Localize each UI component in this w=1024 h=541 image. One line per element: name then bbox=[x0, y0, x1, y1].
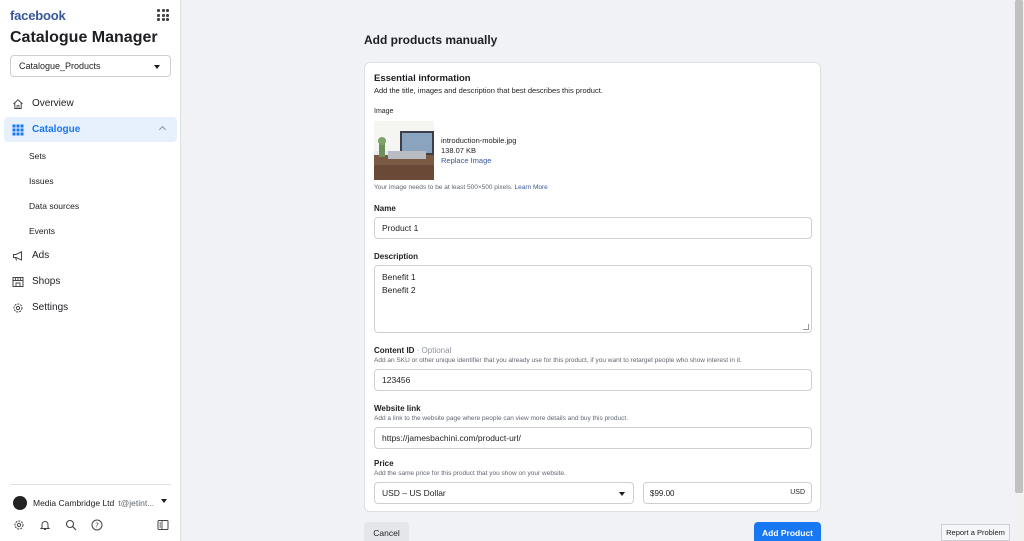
product-form-card: Essential information Add the title, ima… bbox=[364, 62, 821, 512]
sidebar-bottom-toolbar: ? bbox=[11, 518, 171, 532]
sidebar-item-ads[interactable]: Ads bbox=[4, 243, 177, 268]
content-id-label-text: Content ID bbox=[374, 346, 415, 355]
image-help-message: Your image needs to be at least 500×500 … bbox=[374, 184, 513, 191]
sidebar-item-shops[interactable]: Shops bbox=[4, 269, 177, 294]
help-icon[interactable]: ? bbox=[90, 518, 103, 531]
sidebar-item-label: Settings bbox=[32, 302, 69, 313]
sidebar-item-label: Shops bbox=[32, 276, 61, 287]
content-id-label: Content ID · Optional bbox=[374, 346, 451, 355]
section-title: Essential information bbox=[374, 73, 471, 84]
price-input[interactable]: $99.00 USD bbox=[643, 482, 812, 504]
sidebar: facebook Catalogue Manager Catalogue_Pro… bbox=[0, 0, 181, 541]
settings-gear-icon[interactable] bbox=[12, 518, 25, 531]
account-switcher[interactable]: Media Cambridge Ltd t@jetint... bbox=[10, 484, 171, 514]
sidebar-subitem-sets[interactable]: Sets bbox=[4, 143, 177, 168]
section-subtitle: Add the title, images and description th… bbox=[374, 86, 603, 95]
sidebar-subitem-events[interactable]: Events bbox=[4, 218, 177, 243]
content-id-help: Add an SKU or other unique identifier th… bbox=[374, 357, 742, 364]
grid-icon bbox=[11, 123, 24, 136]
description-line: Benefit 1 bbox=[382, 272, 416, 282]
price-value: $99.00 bbox=[650, 489, 675, 498]
price-help: Add the same price for this product that… bbox=[374, 470, 566, 477]
description-label: Description bbox=[374, 252, 419, 261]
search-icon[interactable] bbox=[64, 518, 77, 531]
avatar bbox=[13, 495, 27, 510]
chevron-down-icon bbox=[619, 492, 625, 496]
name-label: Name bbox=[374, 204, 396, 213]
bell-icon[interactable] bbox=[38, 518, 51, 531]
chevron-up-icon[interactable] bbox=[158, 125, 167, 134]
image-file-name: introduction-mobile.jpg bbox=[441, 136, 517, 145]
page-title: Add products manually bbox=[364, 33, 498, 47]
sidebar-item-label: Overview bbox=[32, 98, 74, 109]
cancel-button[interactable]: Cancel bbox=[364, 522, 409, 541]
price-label: Price bbox=[374, 459, 394, 468]
sidebar-subitem-data-sources[interactable]: Data sources bbox=[4, 193, 177, 218]
svg-text:?: ? bbox=[95, 521, 99, 529]
sidebar-item-label: Catalogue bbox=[32, 124, 81, 135]
price-unit: USD bbox=[790, 489, 805, 496]
description-textarea[interactable]: Benefit 1 Benefit 2 bbox=[374, 265, 812, 333]
report-problem-button[interactable]: Report a Problem bbox=[941, 524, 1010, 541]
website-link-help: Add a link to the website page where peo… bbox=[374, 415, 629, 422]
add-product-button[interactable]: Add Product bbox=[754, 522, 821, 541]
product-image-thumbnail[interactable] bbox=[374, 121, 434, 180]
chevron-down-icon bbox=[161, 499, 167, 503]
name-input[interactable]: Product 1 bbox=[374, 217, 812, 239]
content-id-input[interactable]: 123456 bbox=[374, 369, 812, 391]
description-line: Benefit 2 bbox=[382, 285, 416, 295]
sidebar-item-settings[interactable]: Settings bbox=[4, 295, 177, 320]
shop-icon bbox=[11, 275, 24, 288]
catalogue-select-value: Catalogue_Products bbox=[19, 61, 101, 71]
page-scrollbar[interactable] bbox=[1014, 0, 1024, 541]
image-help-text: Your image needs to be at least 500×500 … bbox=[374, 184, 548, 191]
gear-icon bbox=[11, 301, 24, 314]
app-title: Catalogue Manager bbox=[10, 29, 158, 46]
learn-more-link[interactable]: Learn More bbox=[515, 184, 548, 191]
image-label: Image bbox=[374, 108, 394, 115]
home-icon bbox=[11, 97, 24, 110]
sidebar-subitem-issues[interactable]: Issues bbox=[4, 168, 177, 193]
currency-select[interactable]: USD – US Dollar bbox=[374, 482, 634, 504]
scrollbar-thumb[interactable] bbox=[1015, 0, 1023, 493]
apps-grid-icon[interactable] bbox=[157, 9, 169, 21]
facebook-logo[interactable]: facebook bbox=[10, 8, 66, 23]
currency-select-value: USD – US Dollar bbox=[382, 488, 446, 498]
website-link-input[interactable]: https://jamesbachini.com/product-url/ bbox=[374, 427, 812, 449]
resize-handle-icon[interactable] bbox=[803, 324, 809, 330]
website-link-label: Website link bbox=[374, 404, 421, 413]
sidebar-item-overview[interactable]: Overview bbox=[4, 91, 177, 116]
sidebar-nav: Overview Catalogue Sets Issues Data sour… bbox=[4, 91, 177, 321]
catalogue-select[interactable]: Catalogue_Products bbox=[10, 55, 171, 77]
sidebar-item-label: Ads bbox=[32, 250, 50, 261]
megaphone-icon bbox=[11, 249, 24, 262]
replace-image-link[interactable]: Replace Image bbox=[441, 156, 491, 165]
account-name: Media Cambridge Ltd bbox=[33, 497, 115, 508]
account-handle: t@jetint... bbox=[118, 497, 155, 508]
image-file-size: 138.07 KB bbox=[441, 146, 477, 155]
optional-tag: · Optional bbox=[416, 346, 452, 355]
sidebar-item-catalogue[interactable]: Catalogue bbox=[4, 117, 177, 142]
panel-toggle-icon[interactable] bbox=[156, 518, 169, 531]
chevron-down-icon bbox=[154, 65, 160, 69]
